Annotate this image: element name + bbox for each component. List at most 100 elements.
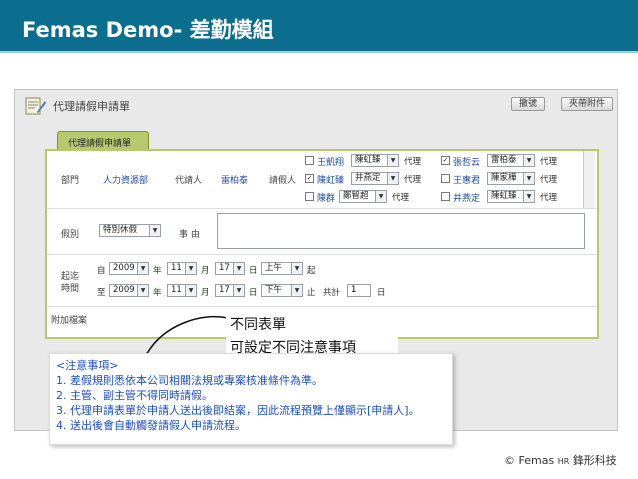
agent-label: 代請人 [175,176,203,186]
chevron-down-icon: ▼ [137,263,148,274]
notice-item: 3. 代理申請表單於申請人送出後即結案，因此流程預覽上僅顯示[申請人]。 [56,404,420,417]
end-year-select[interactable]: 2009 ▼ [109,284,149,297]
proxy-word: 代理 [404,175,422,185]
proxy-select[interactable]: 陳虹臻 ▼ [351,154,399,167]
chevron-down-icon: ▼ [185,263,196,274]
day-unit: 日 [377,288,386,298]
chevron-down-icon: ▼ [387,155,398,166]
leave-type-row: 假別 特別休假 ▼ 事 由 [47,209,597,255]
footer-credit: © Femas HR 鋒形科技 [504,452,617,468]
notice-heading: <注意事項> [56,359,119,372]
person-checkbox[interactable] [441,174,450,183]
month-unit: 月 [201,266,210,276]
from-word: 自 [97,266,106,276]
period-row: 起迄 時間 自 2009 ▼ 年 11 ▼ 月 17 ▼ 日 上午 ▼ 起 至 2009… [47,255,597,307]
person-checkbox[interactable]: ✓ [441,156,450,165]
reason-textarea[interactable] [217,213,585,249]
notice-item: 1. 差假規則悉依本公司相關法規或專案核准條件為準。 [56,374,323,387]
proxy-select[interactable]: 鄭智超 ▼ [339,190,387,203]
window-title: 代理請假申請單 [53,100,130,113]
chevron-down-icon: ▼ [137,285,148,296]
chevron-down-icon: ▼ [233,263,244,274]
proxy-word: 代理 [540,157,558,167]
year-unit: 年 [153,288,162,298]
proxy-select-value: 雷柏泰 [491,155,517,165]
chevron-down-icon: ▼ [185,285,196,296]
end-ampm-value: 下午 [265,285,283,295]
proxy-word: 代理 [392,193,410,203]
start-day-value: 17 [219,263,230,273]
person-name: 王凱翔 [317,158,345,168]
dept-value: 人力資源部 [103,176,149,186]
slide-title: Femas Demo- 差勤模組 [22,18,274,42]
department-row: 部門 人力資源部 代請人 雷柏泰 請假人 王凱翔 陳虹臻 ▼ 代理 ✓ 張哲云 雷… [47,151,597,209]
to-word: 至 [97,288,106,298]
slide: Femas Demo- 差勤模組 代理請假申請單 撤號 夾帶附件 代理請假申請單… [0,0,638,479]
start-ampm-value: 上午 [265,263,283,273]
person-checkbox[interactable] [441,192,450,201]
reason-label: 事 由 [179,230,200,240]
chevron-down-icon: ▼ [375,191,386,202]
chevron-down-icon: ▼ [233,285,244,296]
end-month-select[interactable]: 11 ▼ [167,284,197,297]
proxy-word: 代理 [540,175,558,185]
end-word: 止 [307,288,316,298]
start-year-select[interactable]: 2009 ▼ [109,262,149,275]
total-word: 共計 [323,288,341,298]
people-scrollbar[interactable] [583,151,595,208]
period-label-line2: 時間 [61,284,80,294]
title-bar: Femas Demo- 差勤模組 [0,0,638,53]
person-name: 井燕定 [453,194,481,204]
person-name: 陳虹臻 [317,176,345,186]
start-word: 起 [307,266,316,276]
proxy-select-value: 鄭智超 [343,191,369,201]
proxy-select-value: 井燕定 [355,173,381,183]
revoke-button[interactable]: 撤號 [511,97,545,111]
attach-file-button[interactable]: 夾帶附件 [561,97,613,111]
day-unit: 日 [249,288,258,298]
proxy-select[interactable]: 陳虹臻 ▼ [487,190,535,203]
proxy-select[interactable]: 井燕定 ▼ [351,172,399,185]
end-ampm-select[interactable]: 下午 ▼ [261,284,303,297]
proxy-select-value: 陳虹臻 [355,155,381,165]
agent-value: 雷柏泰 [221,176,249,186]
footer-company: 鋒形科技 [569,454,617,467]
notice-item: 2. 主管、副主管不得同時請假。 [56,389,213,402]
chevron-down-icon: ▼ [149,225,160,236]
leave-type-select[interactable]: 特別休假 ▼ [99,224,161,237]
person-name: 王惠君 [453,176,481,186]
person-name: 陳群 [317,194,336,204]
notice-panel: <注意事項> 1. 差假規則悉依本公司相關法規或專案核准條件為準。 2. 主管、… [49,353,453,445]
start-month-value: 11 [171,263,182,273]
tab-proxy-leave-form[interactable]: 代理請假申請單 [57,131,149,150]
end-day-value: 17 [219,285,230,295]
attachment-label: 附加檔案 [51,316,88,326]
month-unit: 月 [201,288,210,298]
leave-type-label: 假別 [61,230,80,240]
start-day-select[interactable]: 17 ▼ [215,262,245,275]
person-checkbox[interactable] [305,156,314,165]
form-document-icon [25,97,46,115]
notice-item: 4. 送出後會自動觸發請假人申請流程。 [56,419,246,432]
leave-type-value: 特別休假 [103,225,138,235]
year-unit: 年 [153,266,162,276]
total-days-input[interactable]: 1 [347,284,371,297]
proxy-word: 代理 [540,193,558,203]
chevron-down-icon: ▼ [387,173,398,184]
person-checkbox[interactable] [305,192,314,201]
proxy-select[interactable]: 雷柏泰 ▼ [487,154,535,167]
proxy-select[interactable]: 陳家樺 ▼ [487,172,535,185]
proxy-select-value: 陳虹臻 [491,191,517,201]
leave-person-label: 請假人 [269,176,297,186]
dept-label: 部門 [61,176,80,186]
callout-line1: 不同表單 [230,317,286,333]
start-ampm-select[interactable]: 上午 ▼ [261,262,303,275]
end-day-select[interactable]: 17 ▼ [215,284,245,297]
proxy-select-value: 陳家樺 [491,173,517,183]
chevron-down-icon: ▼ [523,191,534,202]
day-unit: 日 [249,266,258,276]
person-checkbox[interactable]: ✓ [305,174,314,183]
person-name: 張哲云 [453,158,481,168]
start-month-select[interactable]: 11 ▼ [167,262,197,275]
chevron-down-icon: ▼ [291,285,302,296]
